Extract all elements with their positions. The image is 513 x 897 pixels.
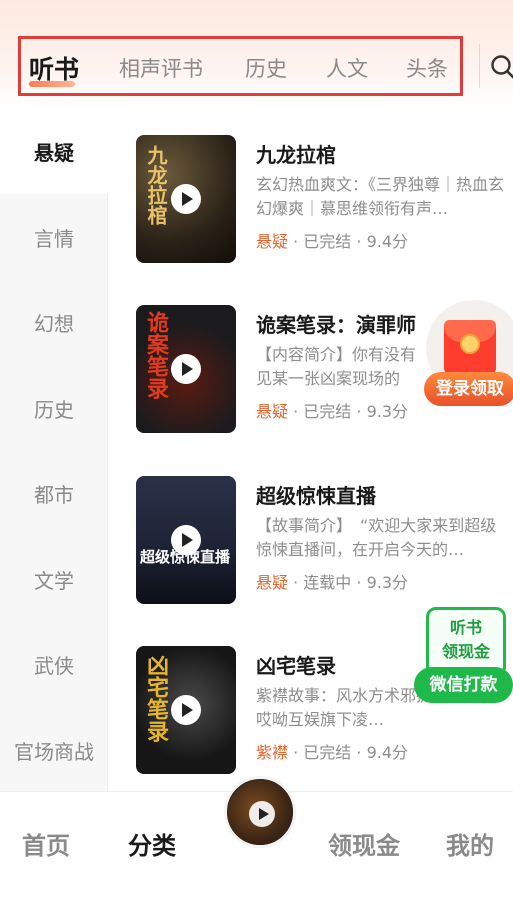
- sidebar-item-business[interactable]: 官场商战: [0, 736, 108, 765]
- play-icon[interactable]: [171, 525, 201, 555]
- book-title[interactable]: 诡案笔录：演罪师: [256, 309, 416, 338]
- book-title[interactable]: 凶宅笔录: [256, 650, 336, 679]
- tab-history[interactable]: 历史: [245, 53, 287, 83]
- sidebar-item-history[interactable]: 历史: [0, 394, 108, 423]
- book-cover[interactable]: 超级惊悚直播: [136, 476, 236, 604]
- play-icon[interactable]: [249, 801, 275, 827]
- tab-xiangsheng[interactable]: 相声评书: [119, 53, 203, 83]
- book-genre: 紫襟: [256, 743, 289, 762]
- book-meta: 悬疑 · 已完结 · 9.4分: [256, 232, 409, 251]
- book-rating: 9.4分: [366, 743, 409, 762]
- book-item[interactable]: 九龙拉棺 九龙拉棺 玄幻热血爽文：《三界独尊｜热血玄幻爆爽｜慕思维领衔有声… 悬…: [136, 135, 513, 265]
- book-title[interactable]: 九龙拉棺: [256, 139, 336, 168]
- tab-humanities[interactable]: 人文: [326, 53, 368, 83]
- book-description: 【内容简介】你有没有见某一张凶案现场的照…: [256, 345, 417, 388]
- play-icon[interactable]: [171, 354, 201, 384]
- book-item[interactable]: 超级惊悚直播 超级惊悚直播 【故事简介】 “欢迎大家来到超级惊悚直播间，在开启今…: [136, 476, 513, 606]
- book-rating: 9.3分: [366, 402, 409, 421]
- book-meta: 悬疑 · 连载中 · 9.3分: [256, 573, 409, 592]
- nav-home[interactable]: 首页: [22, 826, 70, 861]
- login-reward-widget[interactable]: 登录领取: [424, 300, 513, 408]
- search-icon[interactable]: [490, 54, 513, 80]
- sidebar-item-urban[interactable]: 都市: [0, 479, 108, 508]
- header-divider: [479, 44, 480, 88]
- book-genre: 悬疑: [256, 402, 289, 421]
- book-cover[interactable]: 诡案笔录: [136, 305, 236, 433]
- book-cover[interactable]: 九龙拉棺: [136, 135, 236, 263]
- book-title[interactable]: 超级惊悚直播: [256, 480, 376, 509]
- nav-cash[interactable]: 领现金: [328, 826, 400, 861]
- play-icon[interactable]: [171, 695, 201, 725]
- book-status: 连载中: [303, 573, 352, 592]
- nav-mine[interactable]: 我的: [446, 826, 494, 861]
- play-icon[interactable]: [171, 184, 201, 214]
- sidebar-item-wuxia[interactable]: 武侠: [0, 650, 108, 679]
- wechat-payout-button[interactable]: 微信打款: [414, 667, 513, 703]
- sidebar-item-suspense[interactable]: 悬疑: [0, 137, 108, 166]
- nav-category[interactable]: 分类: [128, 826, 176, 861]
- book-cover[interactable]: 凶宅笔录: [136, 646, 236, 774]
- wechat-card-line1: 听书: [449, 618, 482, 637]
- book-meta: 悬疑 · 已完结 · 9.3分: [256, 402, 409, 421]
- cover-title-art: 九龙拉棺: [144, 145, 168, 225]
- book-status: 已完结: [303, 232, 352, 251]
- genre-sidebar: [0, 108, 108, 791]
- coin-icon: [460, 334, 480, 354]
- book-status: 已完结: [303, 743, 352, 762]
- login-reward-button[interactable]: 登录领取: [424, 372, 513, 406]
- book-genre: 悬疑: [256, 573, 289, 592]
- book-genre: 悬疑: [256, 232, 289, 251]
- book-rating: 9.3分: [366, 573, 409, 592]
- now-playing-disc[interactable]: [224, 776, 296, 848]
- book-status: 已完结: [303, 402, 352, 421]
- book-meta: 紫襟 · 已完结 · 9.4分: [256, 743, 409, 762]
- cover-title-art: 诡案笔录: [143, 311, 169, 399]
- sidebar-item-fantasy[interactable]: 幻想: [0, 308, 108, 337]
- book-rating: 9.4分: [366, 232, 409, 251]
- wechat-cash-widget[interactable]: 听书 领现金 微信打款: [414, 607, 513, 707]
- active-tab-indicator: [29, 81, 75, 87]
- category-tab-bar: 听书 相声评书 历史 人文 头条: [18, 36, 463, 96]
- wechat-card-line2: 领现金: [441, 642, 490, 661]
- tab-headlines[interactable]: 头条: [406, 53, 448, 83]
- cover-title-art: 凶宅笔录: [143, 654, 169, 742]
- sidebar-item-literature[interactable]: 文学: [0, 565, 108, 594]
- sidebar-item-romance[interactable]: 言情: [0, 223, 108, 252]
- book-description: 【故事简介】 “欢迎大家来到超级惊悚直播间，在开启今天的…: [256, 516, 497, 559]
- book-description: 玄幻热血爽文：《三界独尊｜热血玄幻爆爽｜慕思维领衔有声…: [256, 175, 505, 218]
